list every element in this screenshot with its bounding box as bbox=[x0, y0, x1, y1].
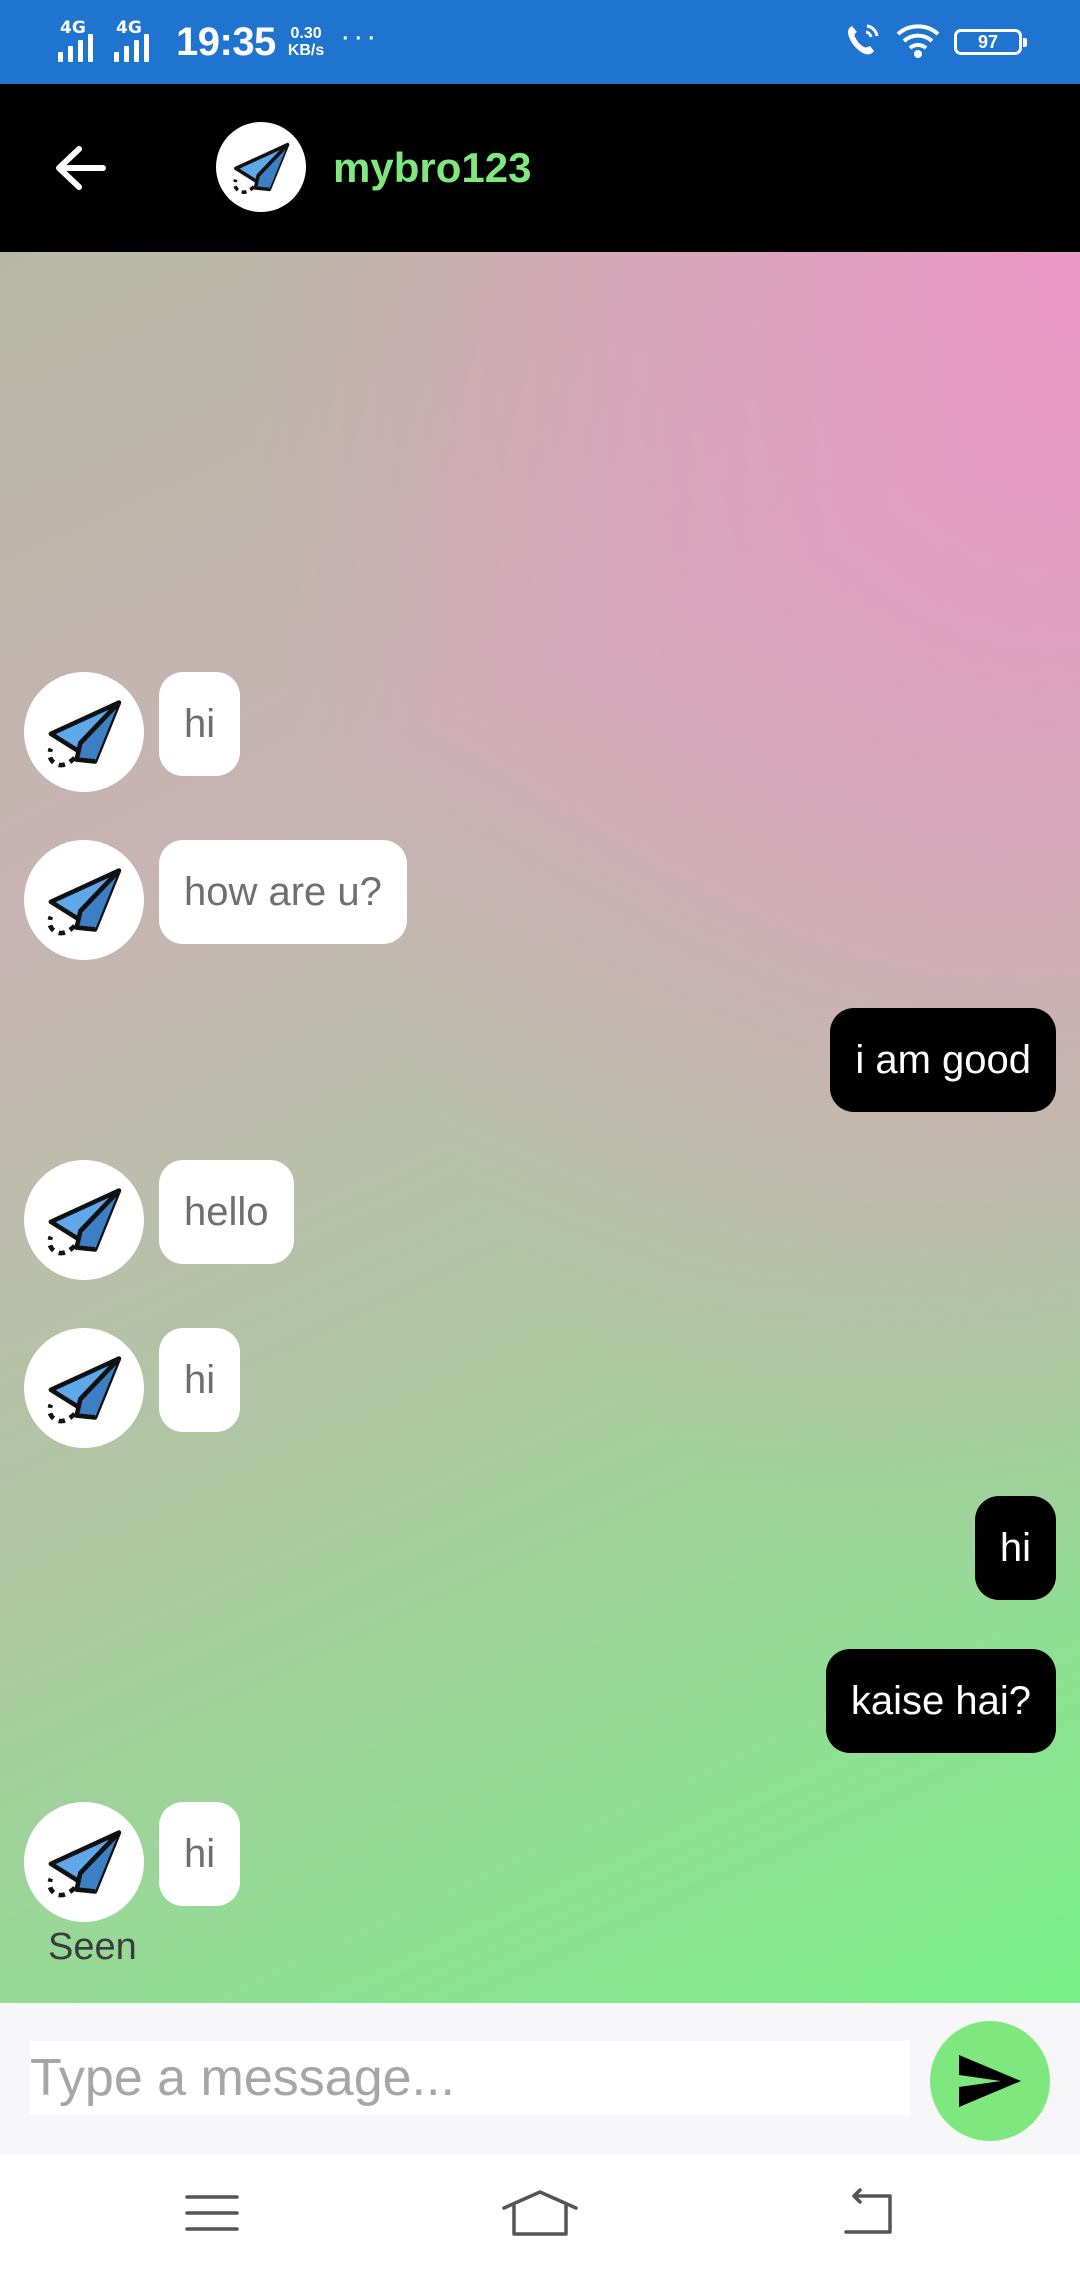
nav-menu-button[interactable] bbox=[172, 2183, 252, 2243]
system-navigation-bar bbox=[0, 2155, 1080, 2280]
menu-icon bbox=[185, 2195, 239, 2231]
incoming-message[interactable]: hi bbox=[159, 1328, 241, 1432]
sender-avatar[interactable] bbox=[24, 1328, 144, 1448]
battery-icon: 97 bbox=[954, 29, 1027, 55]
paper-plane-icon bbox=[47, 1830, 122, 1898]
incoming-message[interactable]: hi bbox=[159, 1802, 241, 1906]
contact-name[interactable]: mybro123 bbox=[333, 144, 531, 192]
more-notifications-icon: ··· bbox=[340, 20, 380, 53]
status-right: 97 bbox=[842, 18, 1027, 66]
wifi-icon bbox=[896, 20, 940, 65]
sender-avatar[interactable] bbox=[24, 840, 144, 960]
send-button[interactable] bbox=[930, 2021, 1050, 2141]
network-speed: 0.30 KB/s bbox=[288, 25, 324, 59]
paper-plane-icon bbox=[47, 700, 122, 768]
outgoing-message[interactable]: kaise hai? bbox=[825, 1649, 1056, 1753]
status-left: 4G 4G 19:35 0.30 KB/s ··· bbox=[58, 14, 379, 70]
paper-plane-icon bbox=[233, 142, 290, 194]
nav-back-icon bbox=[844, 2188, 892, 2234]
battery-level: 97 bbox=[977, 31, 999, 52]
incoming-message[interactable]: hello bbox=[159, 1160, 294, 1264]
sender-avatar[interactable] bbox=[24, 672, 144, 792]
paper-plane-icon bbox=[47, 1188, 122, 1256]
message-list[interactable]: hi how are u? i am good hello hi hi kais… bbox=[0, 252, 1080, 2003]
network-speed-unit: KB/s bbox=[287, 42, 325, 59]
signal-icon: 4G bbox=[114, 18, 162, 64]
home-icon bbox=[502, 2190, 578, 2236]
incoming-message[interactable]: hi bbox=[159, 672, 241, 776]
outgoing-message[interactable]: hi bbox=[974, 1496, 1056, 1600]
message-input[interactable] bbox=[30, 2041, 910, 2115]
arrow-left-icon bbox=[56, 146, 106, 190]
paper-plane-icon bbox=[47, 1356, 122, 1424]
contact-avatar[interactable] bbox=[216, 122, 306, 212]
seen-indicator: Seen bbox=[48, 1926, 137, 1968]
status-bar: 4G 4G 19:35 0.30 KB/s ··· 97 bbox=[0, 0, 1080, 84]
wifi-calling-icon bbox=[842, 20, 882, 65]
paper-plane-icon bbox=[47, 868, 122, 936]
incoming-message[interactable]: how are u? bbox=[159, 840, 407, 944]
nav-home-button[interactable] bbox=[500, 2183, 580, 2243]
back-button[interactable] bbox=[40, 128, 120, 208]
chat-header: mybro123 bbox=[0, 84, 1080, 252]
sender-avatar[interactable] bbox=[24, 1802, 144, 1922]
outgoing-message[interactable]: i am good bbox=[830, 1008, 1056, 1112]
send-icon bbox=[959, 2055, 1021, 2107]
sender-avatar[interactable] bbox=[24, 1160, 144, 1280]
clock: 19:35 bbox=[176, 19, 276, 64]
network-speed-value: 0.30 bbox=[290, 25, 322, 42]
composer-bar bbox=[0, 2003, 1080, 2155]
signal-icon: 4G bbox=[58, 18, 106, 64]
nav-back-button[interactable] bbox=[828, 2183, 908, 2243]
